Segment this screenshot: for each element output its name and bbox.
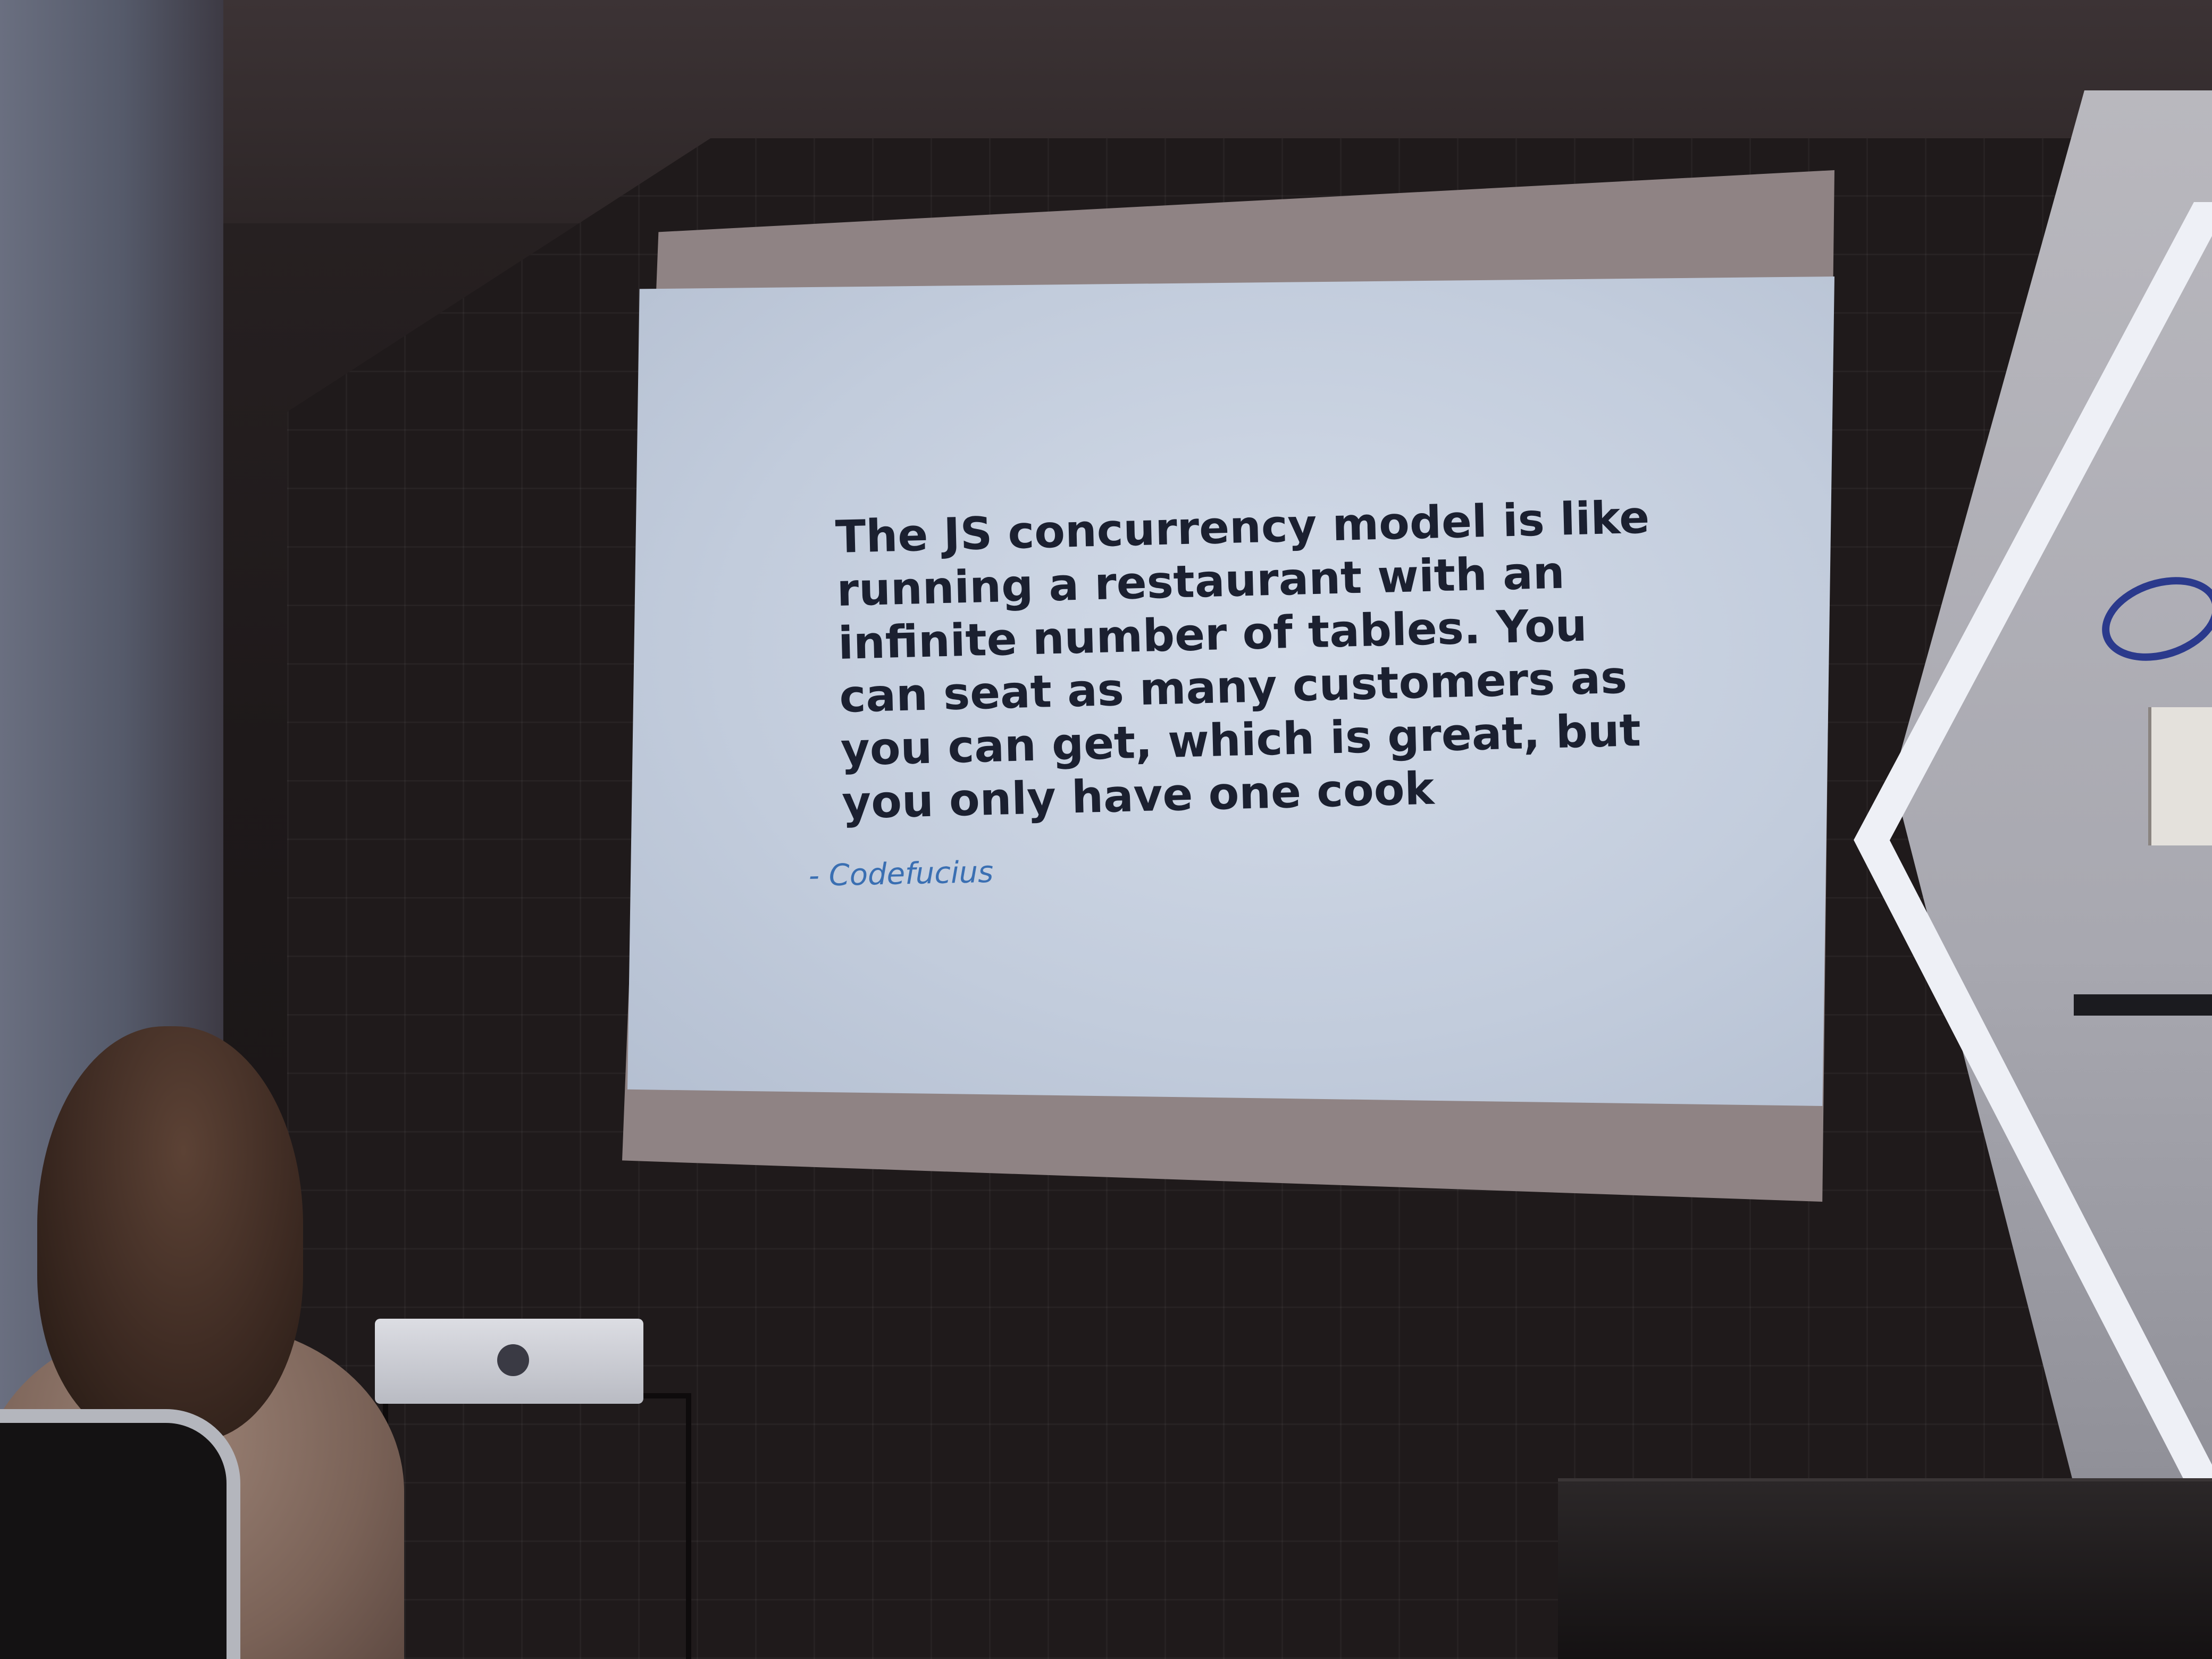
chair-back bbox=[0, 1409, 240, 1659]
conference-room-scene: The JS concurrency model is like running… bbox=[0, 0, 2212, 1659]
lit-chevron-frame bbox=[1850, 194, 2212, 1507]
podium bbox=[1558, 1478, 2212, 1659]
sponsor-logo-bar-icon bbox=[2074, 994, 2212, 1016]
slide-quote: The JS concurrency model is like running… bbox=[835, 490, 1672, 830]
audience-person-hair bbox=[37, 1026, 303, 1441]
sponsor-logo-box-icon bbox=[2148, 707, 2212, 845]
quote-attribution: - Codefucius bbox=[808, 854, 994, 893]
projector-lens-icon bbox=[497, 1344, 529, 1376]
projector-stand bbox=[383, 1393, 691, 1659]
